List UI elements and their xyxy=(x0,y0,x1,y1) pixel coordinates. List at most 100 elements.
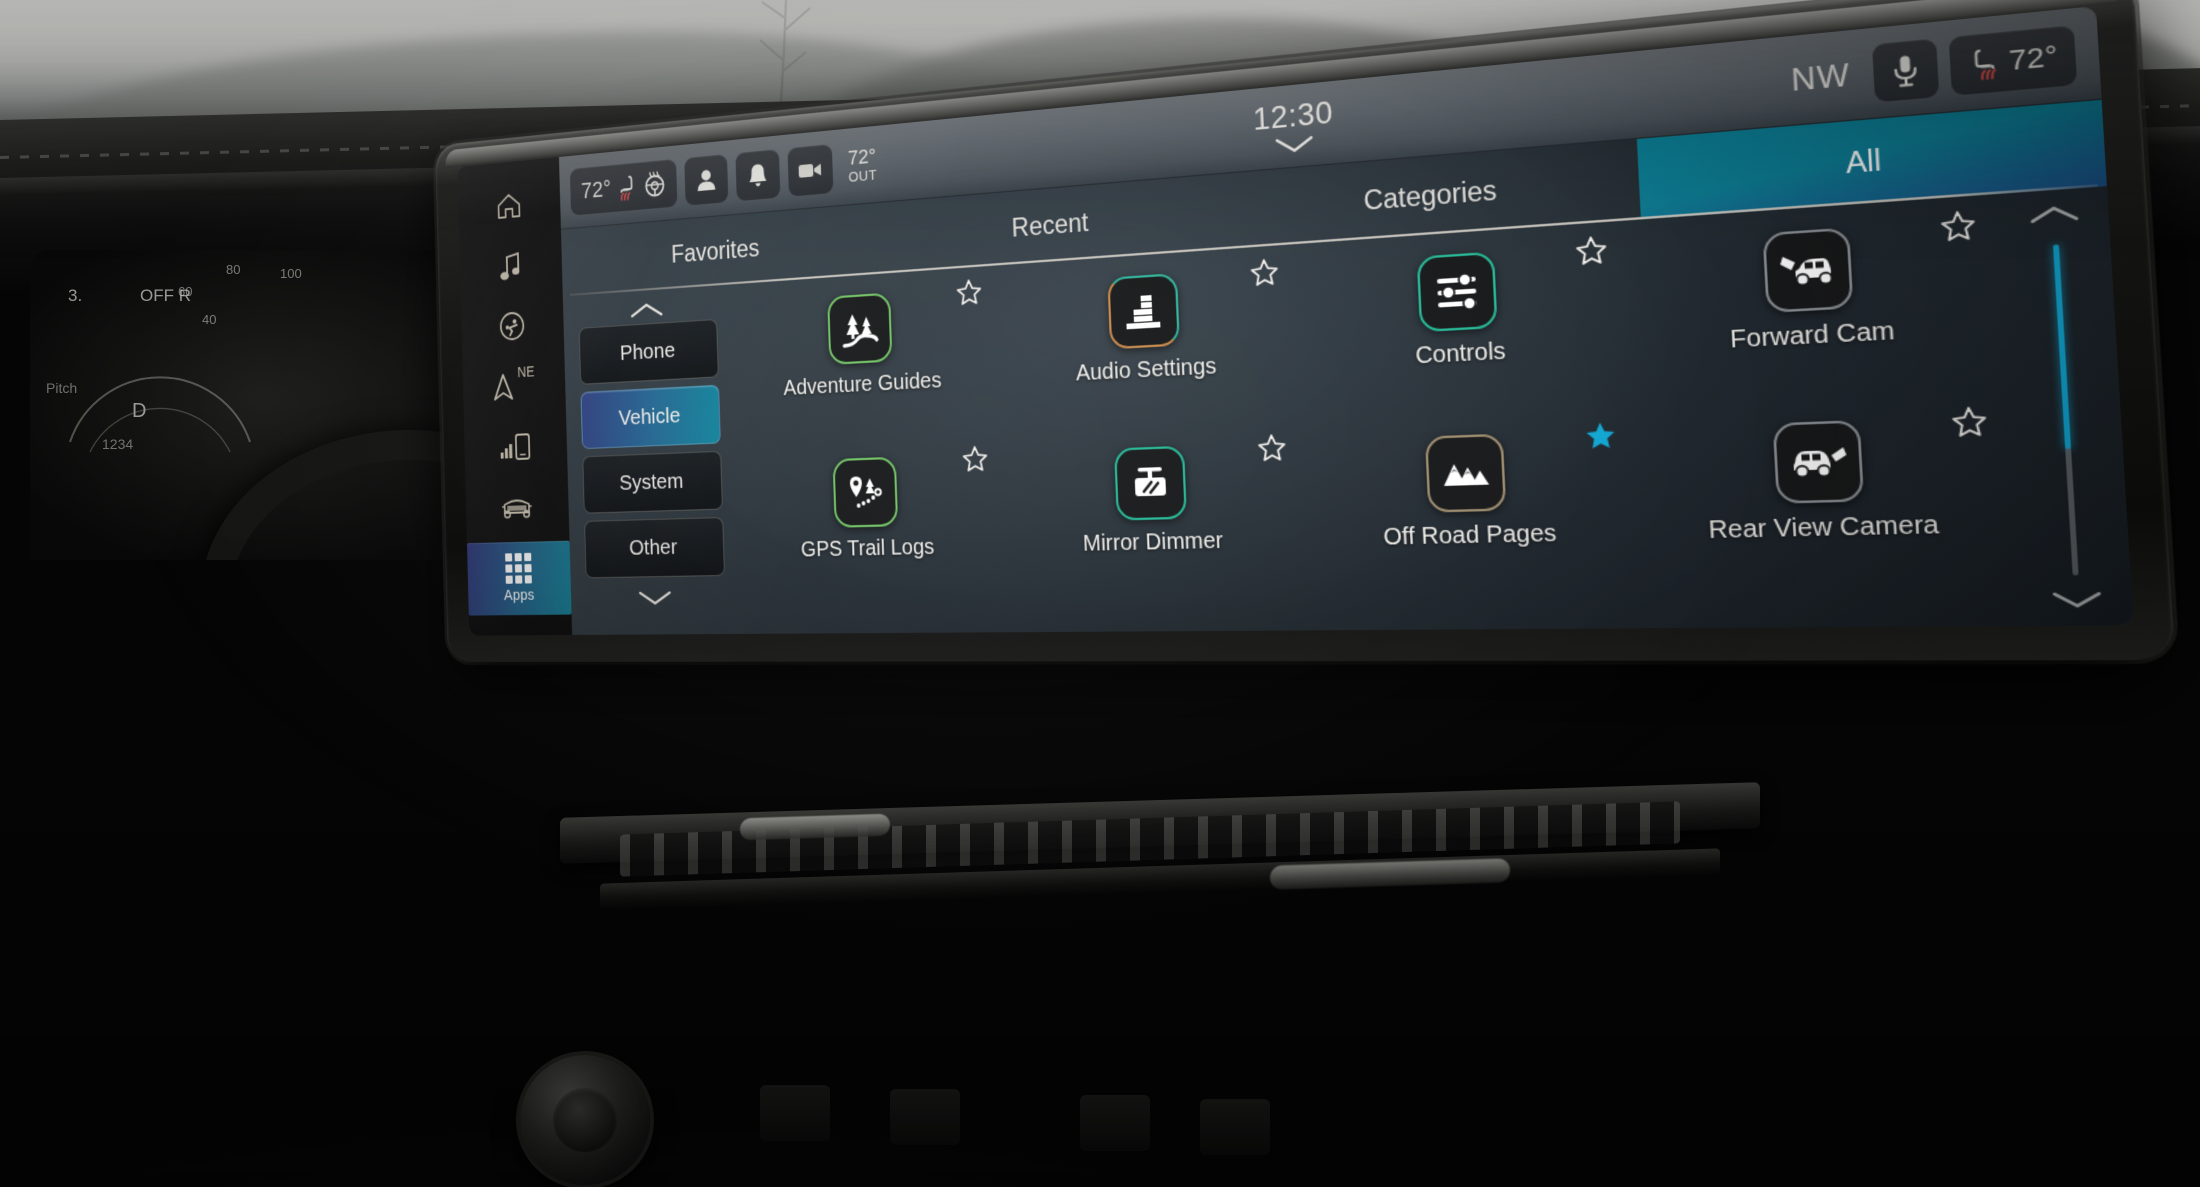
camera-button[interactable] xyxy=(787,144,834,197)
nav-heading-label: NE xyxy=(517,363,535,381)
mountains-icon xyxy=(1443,463,1490,486)
chevron-down-icon[interactable] xyxy=(1273,134,1315,156)
lower-button-row xyxy=(700,1085,1700,1175)
tab-underline xyxy=(569,184,2099,296)
category-filter-column: Phone Vehicle System Other xyxy=(572,291,732,629)
home-icon xyxy=(496,190,523,222)
compass-heading-label: NW xyxy=(1790,57,1852,98)
app-audio-settings[interactable]: Audio Settings xyxy=(996,253,1302,450)
chevron-down-icon xyxy=(2049,588,2106,611)
rear-camera-truck-icon xyxy=(1789,447,1847,483)
app-tile[interactable] xyxy=(1113,445,1187,521)
trail-trees-icon xyxy=(839,313,880,351)
app-tile[interactable] xyxy=(1106,273,1180,350)
favorite-star-button[interactable] xyxy=(1584,419,1619,452)
cluster-tick-60: 60 xyxy=(178,284,193,299)
app-rear-view-camera[interactable]: Rear View Camera xyxy=(1634,401,2019,613)
vent-handle[interactable] xyxy=(740,813,890,841)
fan-up-button[interactable] xyxy=(890,1089,960,1145)
sidebar-item-vehicle[interactable] xyxy=(465,475,569,539)
driver-climate-button[interactable]: 72° xyxy=(569,158,678,216)
voice-assistant-button[interactable] xyxy=(1872,38,1940,103)
center-display-unit: NE Apps 72° 72° OUT 12:30 NW 72° Favorit… xyxy=(430,0,2176,662)
scrollbar-track[interactable] xyxy=(2053,244,2079,576)
volume-knob[interactable] xyxy=(520,1055,650,1185)
category-system[interactable]: System xyxy=(581,450,723,514)
defrost-front-button[interactable] xyxy=(760,1085,830,1141)
tab-categories[interactable]: Categories xyxy=(1232,139,1641,248)
user-profile-button[interactable] xyxy=(684,154,729,206)
apps-grid-icon xyxy=(505,552,532,584)
favorite-star-button[interactable] xyxy=(1575,234,1609,268)
equalizer-bars-icon xyxy=(1126,295,1161,330)
heated-seat-icon xyxy=(617,173,638,201)
tab-all[interactable]: All xyxy=(1636,99,2108,220)
app-tile[interactable] xyxy=(832,456,899,528)
star-outline-icon xyxy=(1256,433,1287,464)
outside-temperature: 72° OUT xyxy=(847,145,877,185)
favorite-star-button[interactable] xyxy=(1256,433,1287,464)
app-tile[interactable] xyxy=(1772,419,1865,504)
gps-trail-pin-icon xyxy=(849,476,886,508)
microphone-icon xyxy=(1891,55,1921,88)
app-label: Off Road Pages xyxy=(1382,520,1558,551)
app-tile[interactable] xyxy=(1762,227,1854,314)
category-vehicle[interactable]: Vehicle xyxy=(580,384,721,450)
power-button[interactable] xyxy=(553,1088,617,1152)
sidebar-item-phone[interactable] xyxy=(464,414,568,479)
favorite-star-button[interactable] xyxy=(961,444,989,474)
phone-signal-icon xyxy=(500,431,533,463)
category-scroll-up-button[interactable] xyxy=(628,295,665,324)
app-off-road-pages[interactable]: Off Road Pages xyxy=(1301,416,1644,616)
category-label: Other xyxy=(628,534,678,561)
cluster-tick-80: 80 xyxy=(226,262,241,277)
app-label: GPS Trail Logs xyxy=(800,535,935,562)
seat-heat-button[interactable] xyxy=(1080,1095,1150,1151)
app-label: Audio Settings xyxy=(1075,353,1218,386)
app-label: Forward Cam xyxy=(1729,317,1896,354)
app-mirror-dimmer[interactable]: Mirror Dimmer xyxy=(1002,430,1309,619)
app-controls[interactable]: Controls xyxy=(1294,230,1635,439)
category-scroll-down-button[interactable] xyxy=(636,584,673,612)
star-outline-icon xyxy=(961,444,989,474)
heated-steering-wheel-icon xyxy=(643,170,666,199)
defrost-rear-button[interactable] xyxy=(1200,1099,1270,1155)
camera-icon xyxy=(798,163,822,178)
tab-label: Categories xyxy=(1362,174,1498,216)
comfort-person-icon xyxy=(498,309,526,343)
mirror-dimmer-icon xyxy=(1134,467,1166,503)
app-tile[interactable] xyxy=(1425,433,1507,513)
app-adventure-guides[interactable]: Adventure Guides xyxy=(727,274,1003,461)
app-scrollbar[interactable] xyxy=(2009,200,2125,618)
category-phone[interactable]: Phone xyxy=(578,318,719,385)
chevron-up-icon xyxy=(2026,201,2083,227)
category-other[interactable]: Other xyxy=(583,516,725,579)
heated-seat-icon xyxy=(1967,45,2000,81)
app-forward-cam[interactable]: Forward Cam xyxy=(1625,204,2008,426)
passenger-climate-button[interactable]: 72° xyxy=(1948,25,2078,96)
sidebar-item-media[interactable] xyxy=(459,232,562,300)
sliders-icon xyxy=(1437,270,1481,313)
star-filled-icon xyxy=(1586,421,1616,449)
app-label: Controls xyxy=(1414,338,1507,370)
bell-icon xyxy=(748,163,767,187)
favorite-star-button[interactable] xyxy=(1950,405,1989,440)
sidebar-item-navigation[interactable]: NE xyxy=(462,353,566,419)
favorite-star-button[interactable] xyxy=(1939,208,1978,244)
app-gps-trail-logs[interactable]: GPS Trail Logs xyxy=(731,442,1008,622)
favorite-star-button[interactable] xyxy=(955,277,983,307)
sidebar-item-apps[interactable]: Apps xyxy=(466,540,572,616)
app-tile[interactable] xyxy=(826,292,893,365)
star-outline-icon xyxy=(1575,234,1609,268)
favorite-star-button[interactable] xyxy=(1248,257,1279,289)
scroll-up-button[interactable] xyxy=(2026,201,2083,233)
driver-temp-label: 72° xyxy=(580,175,612,204)
notifications-button[interactable] xyxy=(735,149,781,202)
nav-arrow-icon xyxy=(492,371,513,402)
sidebar-item-comfort[interactable] xyxy=(461,292,565,359)
scroll-down-button[interactable] xyxy=(2049,588,2107,618)
apps-content-area: Favorites Recent Categories All Phone Ve… xyxy=(560,99,2134,636)
sidebar-item-home[interactable] xyxy=(458,171,561,240)
chevron-down-icon xyxy=(636,588,673,607)
scrollbar-thumb[interactable] xyxy=(2053,244,2072,450)
